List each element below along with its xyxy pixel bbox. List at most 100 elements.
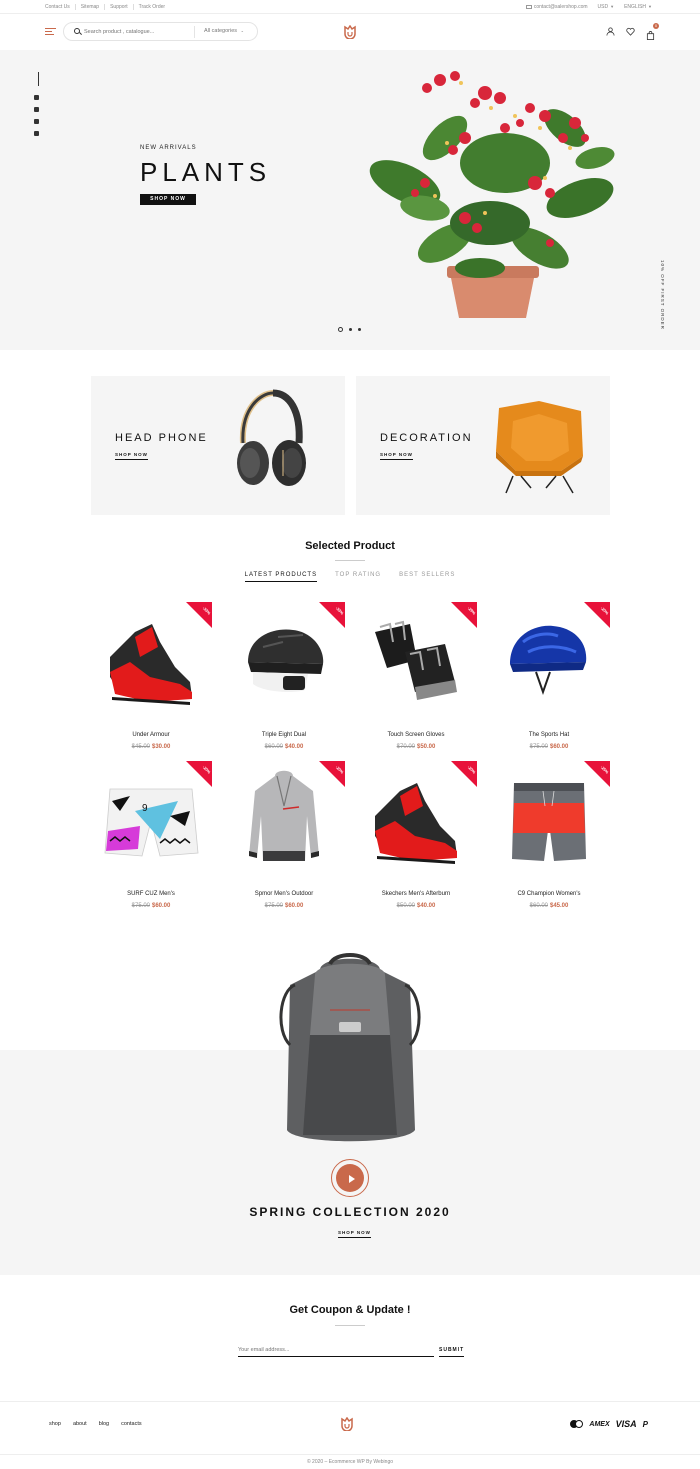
- footer-link-contacts[interactable]: contacts: [121, 1421, 141, 1427]
- spring-collection-title: SPRING COLLECTION 2020: [249, 1205, 451, 1219]
- currency-label: USD: [597, 4, 609, 10]
- product-name[interactable]: Skechers Men's Afterburn: [355, 891, 477, 897]
- track-order-link[interactable]: Track Order: [134, 4, 170, 10]
- language-select[interactable]: ENGLISH ▼: [624, 4, 652, 10]
- contact-us-link[interactable]: Contact Us: [45, 4, 76, 10]
- product-price: $50.00 $40.00: [355, 903, 477, 909]
- sale-badge: -20%: [451, 761, 477, 787]
- slider-dot[interactable]: [349, 328, 352, 331]
- sale-badge-text: -20%: [334, 764, 345, 775]
- sale-badge-text: -29%: [466, 605, 477, 616]
- section-divider: [335, 560, 365, 561]
- category-card-headphone[interactable]: HEAD PHONE SHOP NOW: [91, 376, 345, 515]
- mastercard-icon: [570, 1420, 584, 1428]
- instagram-icon[interactable]: [34, 107, 39, 112]
- headphone-image: [237, 389, 306, 486]
- sale-badge: -33%: [319, 602, 345, 628]
- category-card-decoration[interactable]: DECORATION SHOP NOW: [356, 376, 610, 515]
- play-video-button[interactable]: [331, 1159, 369, 1197]
- sale-price: $50.00: [417, 744, 436, 750]
- footer-link-about[interactable]: about: [73, 1421, 87, 1427]
- product-name[interactable]: SURF CUZ Men's: [90, 891, 212, 897]
- newsletter-divider: [335, 1325, 365, 1326]
- submit-button[interactable]: SUBMIT: [439, 1347, 465, 1357]
- search-icon[interactable]: [74, 28, 80, 34]
- category-select[interactable]: All categories ⌄: [204, 28, 244, 34]
- category-shop-link[interactable]: SHOP NOW: [115, 452, 148, 460]
- product-name[interactable]: Spmor Men's Outdoor: [223, 891, 345, 897]
- support-link[interactable]: Support: [105, 4, 134, 10]
- copyright: © 2020 – Ecommerce WP By Webingo: [0, 1454, 700, 1465]
- cart-button[interactable]: 0: [646, 23, 659, 40]
- menu-icon[interactable]: [45, 28, 56, 36]
- product-name[interactable]: Touch Screen Gloves: [355, 732, 477, 738]
- sale-badge: -20%: [584, 602, 610, 628]
- sale-badge-text: -20%: [201, 764, 212, 775]
- svg-text:9: 9: [142, 803, 148, 814]
- sale-badge: -20%: [186, 761, 212, 787]
- payment-methods: AMEX VISA P: [570, 1419, 648, 1429]
- spring-shop-link[interactable]: SHOP NOW: [338, 1230, 371, 1238]
- product-price: $75.00 $60.00: [488, 744, 610, 750]
- currency-select[interactable]: USD ▼: [598, 4, 615, 10]
- header-icons: 0: [606, 23, 659, 40]
- contact-email[interactable]: contact@salershop.com: [525, 4, 588, 10]
- top-right: contact@salershop.com USD ▼ ENGLISH ▼: [525, 4, 652, 10]
- chevron-down-icon: ▼: [648, 4, 652, 9]
- product-card[interactable]: 9 -20% SURF CUZ Men's $75.00 $60.00: [90, 761, 212, 911]
- product-price: $75.00 $60.00: [90, 903, 212, 909]
- tab-best-sellers[interactable]: BEST SELLERS: [399, 572, 455, 582]
- shop-now-button[interactable]: SHOP NOW: [140, 194, 196, 205]
- social-links: [34, 95, 39, 136]
- tab-latest-products[interactable]: LATEST PRODUCTS: [244, 572, 318, 582]
- search-input[interactable]: [84, 27, 189, 37]
- sale-price: $45.00: [550, 903, 569, 909]
- slider-dot[interactable]: [358, 328, 361, 331]
- old-price: $50.00: [396, 903, 415, 909]
- hero-title: PLANTS: [140, 157, 272, 187]
- old-price: $75.00: [131, 903, 150, 909]
- product-name[interactable]: Triple Eight Dual: [223, 732, 345, 738]
- search-bar: All categories ⌄: [63, 22, 258, 41]
- user-icon[interactable]: [606, 27, 615, 36]
- section-title: Selected Product: [305, 540, 395, 552]
- sale-badge: -20%: [319, 761, 345, 787]
- sitemap-link[interactable]: Sitemap: [76, 4, 106, 10]
- product-name[interactable]: The Sports Hat: [488, 732, 610, 738]
- product-name[interactable]: Under Armour: [90, 732, 212, 738]
- footer-link-shop[interactable]: shop: [49, 1421, 61, 1427]
- logo-icon[interactable]: [343, 25, 357, 39]
- hero-eyebrow: NEW ARRIVALS: [140, 145, 197, 151]
- product-card[interactable]: -29% Touch Screen Gloves $70.00 $50.00: [355, 602, 477, 752]
- facebook-icon[interactable]: [34, 95, 39, 100]
- heart-icon[interactable]: [626, 27, 635, 36]
- backpack-image: [279, 953, 421, 1142]
- product-card[interactable]: -20% Skechers Men's Afterburn $50.00 $40.…: [355, 761, 477, 911]
- slider-dot[interactable]: [338, 327, 343, 332]
- sale-badge: -33%: [186, 602, 212, 628]
- sale-price: $30.00: [152, 744, 171, 750]
- product-card[interactable]: -33% Triple Eight Dual $60.00 $40.00: [223, 602, 345, 752]
- product-card[interactable]: -20% Spmor Men's Outdoor $75.00 $60.00: [223, 761, 345, 911]
- product-card[interactable]: -33% Under Armour $45.00 $30.00: [90, 602, 212, 752]
- search-divider: [194, 26, 195, 38]
- email-field[interactable]: [238, 1344, 434, 1357]
- footer-logo-icon[interactable]: [340, 1417, 354, 1431]
- category-shop-link[interactable]: SHOP NOW: [380, 452, 413, 460]
- top-links: Contact Us Sitemap Support Track Order: [45, 4, 170, 10]
- product-name[interactable]: C9 Champion Women's: [488, 891, 610, 897]
- twitter-icon[interactable]: [34, 119, 39, 124]
- pinterest-icon[interactable]: [34, 131, 39, 136]
- product-price: $75.00 $60.00: [223, 903, 345, 909]
- product-card[interactable]: -25% C9 Champion Women's $60.00 $45.00: [488, 761, 610, 911]
- sale-badge-text: -20%: [466, 764, 477, 775]
- old-price: $75.00: [264, 903, 283, 909]
- language-label: ENGLISH: [624, 4, 647, 10]
- product-price: $60.00 $45.00: [488, 903, 610, 909]
- hero-slider: NEW ARRIVALS PLANTS SHOP NOW 10% OFF FIR…: [0, 50, 700, 350]
- footer-link-blog[interactable]: blog: [99, 1421, 109, 1427]
- sale-badge-text: -20%: [599, 605, 610, 616]
- chevron-down-icon: ⌄: [240, 28, 244, 33]
- tab-top-rating[interactable]: TOP RATING: [335, 572, 381, 582]
- product-card[interactable]: -20% The Sports Hat $75.00 $60.00: [488, 602, 610, 752]
